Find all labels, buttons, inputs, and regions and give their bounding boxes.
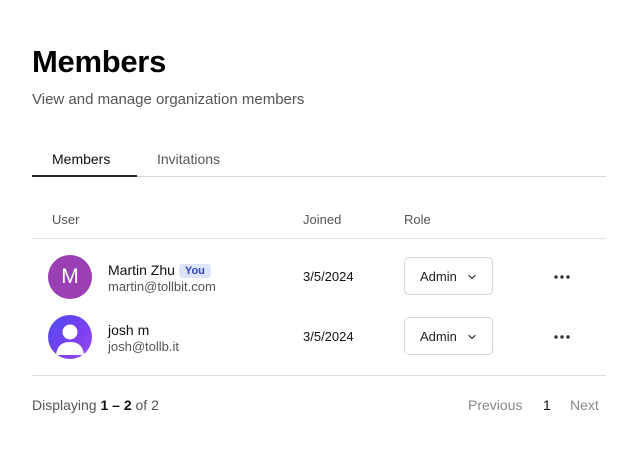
member-email: josh@tollb.it — [108, 339, 180, 354]
role-select-value: Admin — [420, 269, 457, 284]
user-silhouette-icon — [56, 324, 84, 355]
column-header-user: User — [52, 212, 80, 227]
page-number-1[interactable]: 1 — [543, 397, 551, 413]
displaying-range: 1 – 2 — [100, 397, 132, 413]
member-name: Martin Zhu You — [108, 262, 211, 278]
member-email: martin@tollbit.com — [108, 279, 216, 294]
active-tab-indicator — [32, 175, 137, 177]
chevron-down-icon — [468, 334, 476, 340]
chevron-down-icon — [468, 274, 476, 280]
member-joined-date: 3/5/2024 — [303, 269, 354, 284]
tab-bar: Members Invitations — [32, 144, 606, 177]
member-joined-date: 3/5/2024 — [303, 329, 354, 344]
page-title: Members — [32, 44, 167, 79]
table-row: M Martin Zhu You martin@tollbit.com 3/5/2… — [32, 247, 606, 307]
displaying-prefix: Displaying — [32, 397, 97, 413]
role-select[interactable]: Admin — [404, 317, 493, 355]
more-horizontal-icon[interactable] — [550, 267, 574, 287]
more-horizontal-icon[interactable] — [550, 327, 574, 347]
displaying-total: 2 — [151, 397, 159, 413]
column-header-joined: Joined — [303, 212, 342, 227]
member-name-text: Martin Zhu — [108, 262, 175, 278]
default-user-icon — [48, 315, 92, 359]
avatar: M — [48, 255, 92, 299]
tab-invitations[interactable]: Invitations — [157, 151, 220, 167]
displaying-of: of — [135, 397, 148, 413]
member-name: josh m — [108, 322, 150, 338]
table-row: josh m josh@tollb.it 3/5/2024 Admin — [32, 307, 606, 367]
table-footer-divider — [32, 375, 606, 376]
members-card: Members View and manage organization mem… — [0, 0, 639, 456]
page-subtitle: View and manage organization members — [32, 91, 305, 108]
pagination-summary: Displaying 1 – 2 of 2 — [32, 397, 159, 413]
table-header: User Joined Role — [32, 204, 606, 239]
tab-members[interactable]: Members — [52, 151, 110, 167]
next-page-button[interactable]: Next — [570, 397, 599, 413]
previous-page-button[interactable]: Previous — [468, 397, 522, 413]
role-select[interactable]: Admin — [404, 257, 493, 295]
role-select-value: Admin — [420, 329, 457, 344]
column-header-role: Role — [404, 212, 431, 227]
you-badge: You — [178, 264, 211, 278]
